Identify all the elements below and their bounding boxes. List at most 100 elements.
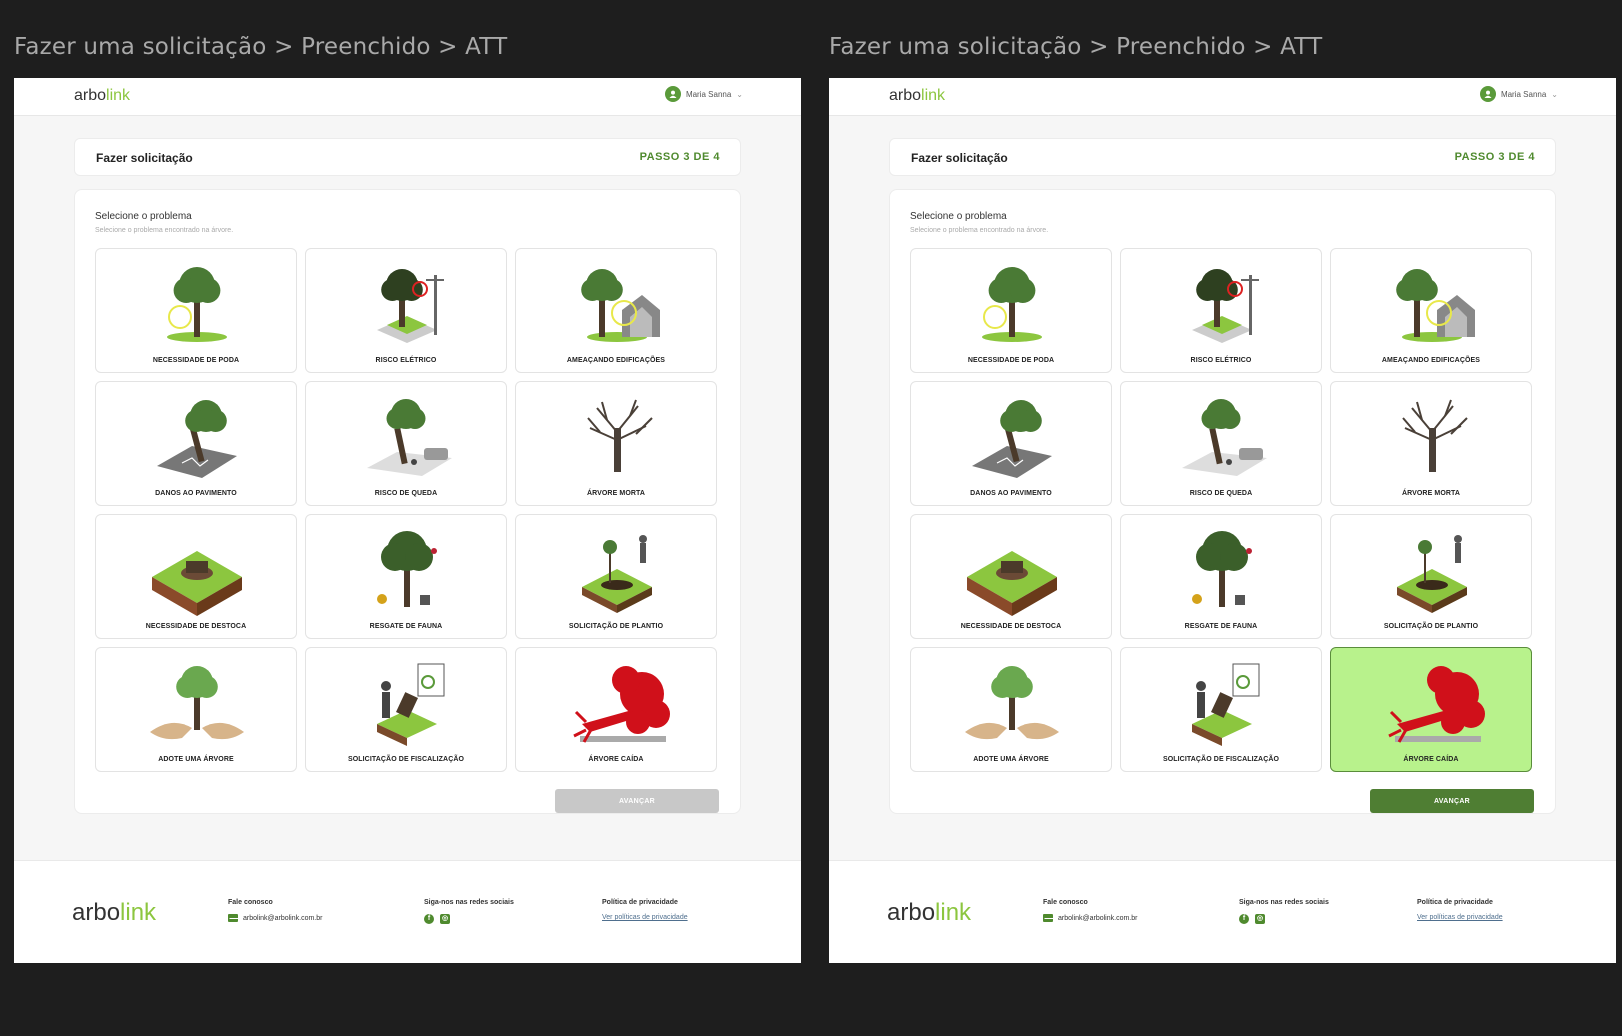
footer-logo[interactable]: arbolink	[72, 899, 156, 927]
footer-privacy: Política de privacidade Ver políticas de…	[602, 899, 688, 921]
problem-selection-card: Selecione o problema Selecione o problem…	[889, 189, 1556, 814]
contact-heading: Fale conosco	[228, 899, 273, 906]
facebook-icon[interactable]: f	[1239, 914, 1249, 924]
problem-option[interactable]: NECESSIDADE DE DESTOCA	[95, 514, 297, 639]
problem-option[interactable]: NECESSIDADE DE PODA	[95, 248, 297, 373]
mail-icon	[228, 914, 238, 922]
problem-option-label: RISCO ELÉTRICO	[1190, 357, 1252, 364]
problem-option-label: SOLICITAÇÃO DE FISCALIZAÇÃO	[347, 756, 465, 763]
problem-option[interactable]: NECESSIDADE DE PODA	[910, 248, 1112, 373]
problem-option[interactable]: ÁRVORE MORTA	[1330, 381, 1532, 506]
user-menu[interactable]: Maria Sanna ⌄	[1479, 86, 1558, 102]
problem-option[interactable]: ÁRVORE MORTA	[515, 381, 717, 506]
problem-option[interactable]: ADOTE UMA ÁRVORE	[95, 647, 297, 772]
problem-option[interactable]: SOLICITAÇÃO DE FISCALIZAÇÃO	[305, 647, 507, 772]
page-title: Fazer solicitação	[911, 151, 1008, 165]
inspection-icon	[1192, 663, 1260, 746]
problem-option-label: AMEAÇANDO EDIFICAÇÕES	[566, 357, 666, 364]
problem-option[interactable]: SOLICITAÇÃO DE PLANTIO	[515, 514, 717, 639]
mail-icon	[1043, 914, 1053, 922]
privacy-heading: Política de privacidade	[602, 899, 678, 906]
problem-option[interactable]: ÁRVORE CAÍDA	[1330, 647, 1532, 772]
problem-option[interactable]: AMEAÇANDO EDIFICAÇÕES	[515, 248, 717, 373]
section-subtitle: Selecione o problema encontrado na árvor…	[910, 227, 1049, 234]
pruning-tree-icon	[982, 267, 1042, 342]
planting-icon	[1397, 535, 1467, 613]
section-subtitle: Selecione o problema encontrado na árvor…	[95, 227, 234, 234]
frame-title: Fazer uma solicitação > Preenchido > ATT	[829, 34, 1323, 60]
problem-option-label: NECESSIDADE DE PODA	[152, 357, 240, 364]
problem-option-label: SOLICITAÇÃO DE FISCALIZAÇÃO	[1162, 756, 1280, 763]
top-navbar: arbolink Maria Sanna ⌄	[14, 78, 801, 116]
problem-option[interactable]: RISCO ELÉTRICO	[305, 248, 507, 373]
frame-selected: arbolink Maria Sanna ⌄ Fazer solicitação…	[829, 78, 1616, 963]
footer-social: Siga-nos nas redes sociais f ◎	[424, 899, 514, 924]
problem-option[interactable]: DANOS AO PAVIMENTO	[95, 381, 297, 506]
privacy-link[interactable]: Ver políticas de privacidade	[1417, 914, 1503, 921]
section-title: Selecione o problema	[95, 211, 192, 222]
dead-tree-icon	[587, 399, 653, 472]
problem-grid: NECESSIDADE DE PODA RISCO ELÉTRICO AMEAÇAN…	[95, 248, 719, 772]
electric-risk-icon	[377, 269, 444, 343]
problem-option[interactable]: SOLICITAÇÃO DE FISCALIZAÇÃO	[1120, 647, 1322, 772]
step-header: Fazer solicitação PASSO 3 DE 4	[74, 138, 741, 176]
fauna-rescue-icon	[1192, 531, 1252, 607]
problem-option[interactable]: RISCO DE QUEDA	[305, 381, 507, 506]
problem-option[interactable]: ÁRVORE CAÍDA	[515, 647, 717, 772]
contact-email[interactable]: arbolink@arbolink.com.br	[243, 915, 322, 922]
facebook-icon[interactable]: f	[424, 914, 434, 924]
threatening-building-icon	[581, 269, 660, 342]
contact-email[interactable]: arbolink@arbolink.com.br	[1058, 915, 1137, 922]
problem-option[interactable]: RESGATE DE FAUNA	[1120, 514, 1322, 639]
problem-option-label: RESGATE DE FAUNA	[1184, 623, 1258, 630]
problem-grid: NECESSIDADE DE PODA RISCO ELÉTRICO AMEAÇAN…	[910, 248, 1534, 772]
fauna-rescue-icon	[377, 531, 437, 607]
problem-option[interactable]: AMEAÇANDO EDIFICAÇÕES	[1330, 248, 1532, 373]
problem-option-label: NECESSIDADE DE DESTOCA	[960, 623, 1062, 630]
planting-icon	[582, 535, 652, 613]
frame-title: Fazer uma solicitação > Preenchido > ATT	[14, 34, 508, 60]
problem-option[interactable]: NECESSIDADE DE DESTOCA	[910, 514, 1112, 639]
pruning-tree-icon	[167, 267, 227, 342]
advance-button[interactable]: AVANÇAR	[555, 789, 719, 813]
advance-button[interactable]: AVANÇAR	[1370, 789, 1534, 813]
footer-contact: Fale conosco arbolink@arbolink.com.br	[228, 899, 322, 922]
problem-option[interactable]: ADOTE UMA ÁRVORE	[910, 647, 1112, 772]
problem-option[interactable]: RISCO DE QUEDA	[1120, 381, 1322, 506]
step-header: Fazer solicitação PASSO 3 DE 4	[889, 138, 1556, 176]
privacy-heading: Política de privacidade	[1417, 899, 1493, 906]
problem-option-label: ÁRVORE CAÍDA	[1403, 756, 1459, 763]
user-avatar-icon	[1479, 86, 1496, 102]
problem-option-label: ADOTE UMA ÁRVORE	[973, 756, 1049, 763]
contact-heading: Fale conosco	[1043, 899, 1088, 906]
user-avatar-icon	[664, 86, 681, 102]
problem-option-label: SOLICITAÇÃO DE PLANTIO	[568, 623, 664, 630]
user-name: Maria Sanna	[685, 89, 732, 99]
user-menu[interactable]: Maria Sanna ⌄	[664, 86, 743, 102]
social-heading: Siga-nos nas redes sociais	[1239, 899, 1329, 906]
problem-option-label: ÁRVORE MORTA	[1401, 490, 1461, 497]
problem-option[interactable]: DANOS AO PAVIMENTO	[910, 381, 1112, 506]
problem-option[interactable]: RESGATE DE FAUNA	[305, 514, 507, 639]
problem-selection-card: Selecione o problema Selecione o problem…	[74, 189, 741, 814]
problem-option[interactable]: SOLICITAÇÃO DE PLANTIO	[1330, 514, 1532, 639]
instagram-icon[interactable]: ◎	[440, 914, 450, 924]
problem-option-label: RESGATE DE FAUNA	[369, 623, 443, 630]
social-heading: Siga-nos nas redes sociais	[424, 899, 514, 906]
pavement-damage-icon	[157, 400, 237, 478]
logo[interactable]: arbolink	[889, 87, 945, 105]
privacy-link[interactable]: Ver políticas de privacidade	[602, 914, 688, 921]
problem-option-label: SOLICITAÇÃO DE PLANTIO	[1383, 623, 1479, 630]
dead-tree-icon	[1402, 399, 1468, 472]
step-counter: PASSO 3 DE 4	[1454, 151, 1535, 163]
top-navbar: arbolink Maria Sanna ⌄	[829, 78, 1616, 116]
logo[interactable]: arbolink	[74, 87, 130, 105]
fall-risk-icon	[1182, 399, 1267, 476]
user-name: Maria Sanna	[1500, 89, 1547, 99]
footer-logo[interactable]: arbolink	[887, 899, 971, 927]
problem-option-label: ADOTE UMA ÁRVORE	[158, 756, 234, 763]
problem-option[interactable]: RISCO ELÉTRICO	[1120, 248, 1322, 373]
adopt-tree-icon	[965, 666, 1059, 740]
instagram-icon[interactable]: ◎	[1255, 914, 1265, 924]
problem-option-label: DANOS AO PAVIMENTO	[155, 490, 237, 497]
